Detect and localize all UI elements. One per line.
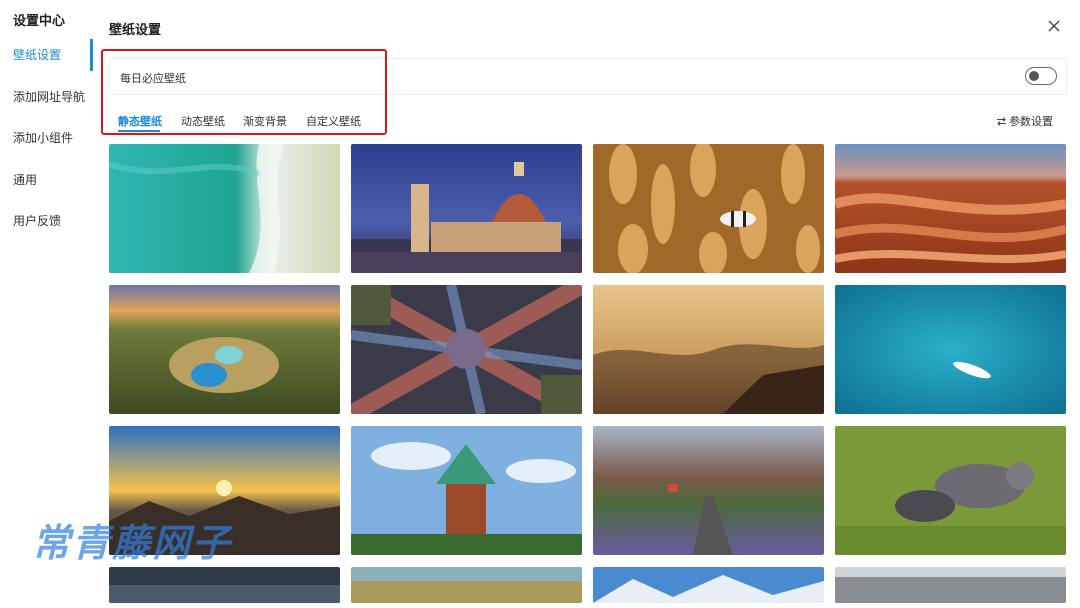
sidebar-item-add-url-nav[interactable]: 添加网址导航 [0,81,92,113]
wallpaper-thumbnail-water-tower[interactable] [351,426,582,555]
sidebar-title: 设置中心 [13,14,66,29]
sidebar-item-label: 壁纸设置 [13,48,62,62]
sidebar-item-label: 添加小组件 [13,131,74,145]
daily-bing-toggle[interactable] [1025,67,1057,85]
sidebar-item-general[interactable]: 通用 [0,164,92,196]
sidebar-item-add-widget[interactable]: 添加小组件 [0,122,92,154]
sidebar-item-label: 通用 [13,173,38,187]
tab-custom-wallpaper[interactable]: 自定义壁纸 [306,113,361,129]
wallpaper-thumbnail-city-intersection[interactable] [351,285,582,414]
watermark-text: 常青藤网子 [32,521,233,565]
params-settings-button[interactable]: 参数设置 [996,113,1053,129]
wallpaper-thumbnail-turquoise-sea[interactable] [835,285,1066,414]
tab-dynamic-wallpaper[interactable]: 动态壁纸 [181,113,225,129]
wallpaper-thumbnail-crater-lakes[interactable] [109,285,340,414]
active-tab-underline [118,130,160,132]
params-settings-label: 参数设置 [1009,115,1053,128]
page-title: 壁纸设置 [109,23,162,38]
daily-bing-label: 每日必应壁纸 [120,72,186,85]
wallpaper-thumbnail-volcanic-road[interactable] [593,426,824,555]
wallpaper-thumbnail-dark-lake[interactable] [109,567,340,603]
toggle-knob [1029,70,1039,81]
wallpaper-thumbnail-rocky-coast[interactable] [351,567,582,603]
sidebar-item-label: 添加网址导航 [13,90,86,104]
tab-gradient-background[interactable]: 渐变背景 [243,113,287,129]
sidebar-active-indicator [90,39,93,71]
wallpaper-thumbnail-winter-forest[interactable] [835,567,1066,603]
close-icon [1048,20,1060,32]
wallpaper-thumbnail-arctic-foxes[interactable] [835,426,1066,555]
wallpaper-thumbnail-florence-duomo[interactable] [351,144,582,273]
daily-bing-row: 每日必应壁纸 [109,58,1067,95]
tab-static-wallpaper[interactable]: 静态壁纸 [118,113,162,129]
sidebar-item-wallpaper-settings[interactable]: 壁纸设置 [0,39,92,71]
wallpaper-thumbnail-snowy-mountains[interactable] [593,567,824,603]
close-button[interactable] [1043,15,1065,37]
wallpaper-thumbnail-misty-valley[interactable] [593,285,824,414]
wallpaper-thumbnail-aerial-beach[interactable] [109,144,340,273]
sidebar-item-label: 用户反馈 [13,214,62,228]
wallpaper-thumbnail-anemone[interactable] [593,144,824,273]
swap-arrows-icon [997,117,1006,126]
sidebar-item-feedback[interactable]: 用户反馈 [0,205,92,237]
wallpaper-thumbnail-sandstone[interactable] [835,144,1066,273]
